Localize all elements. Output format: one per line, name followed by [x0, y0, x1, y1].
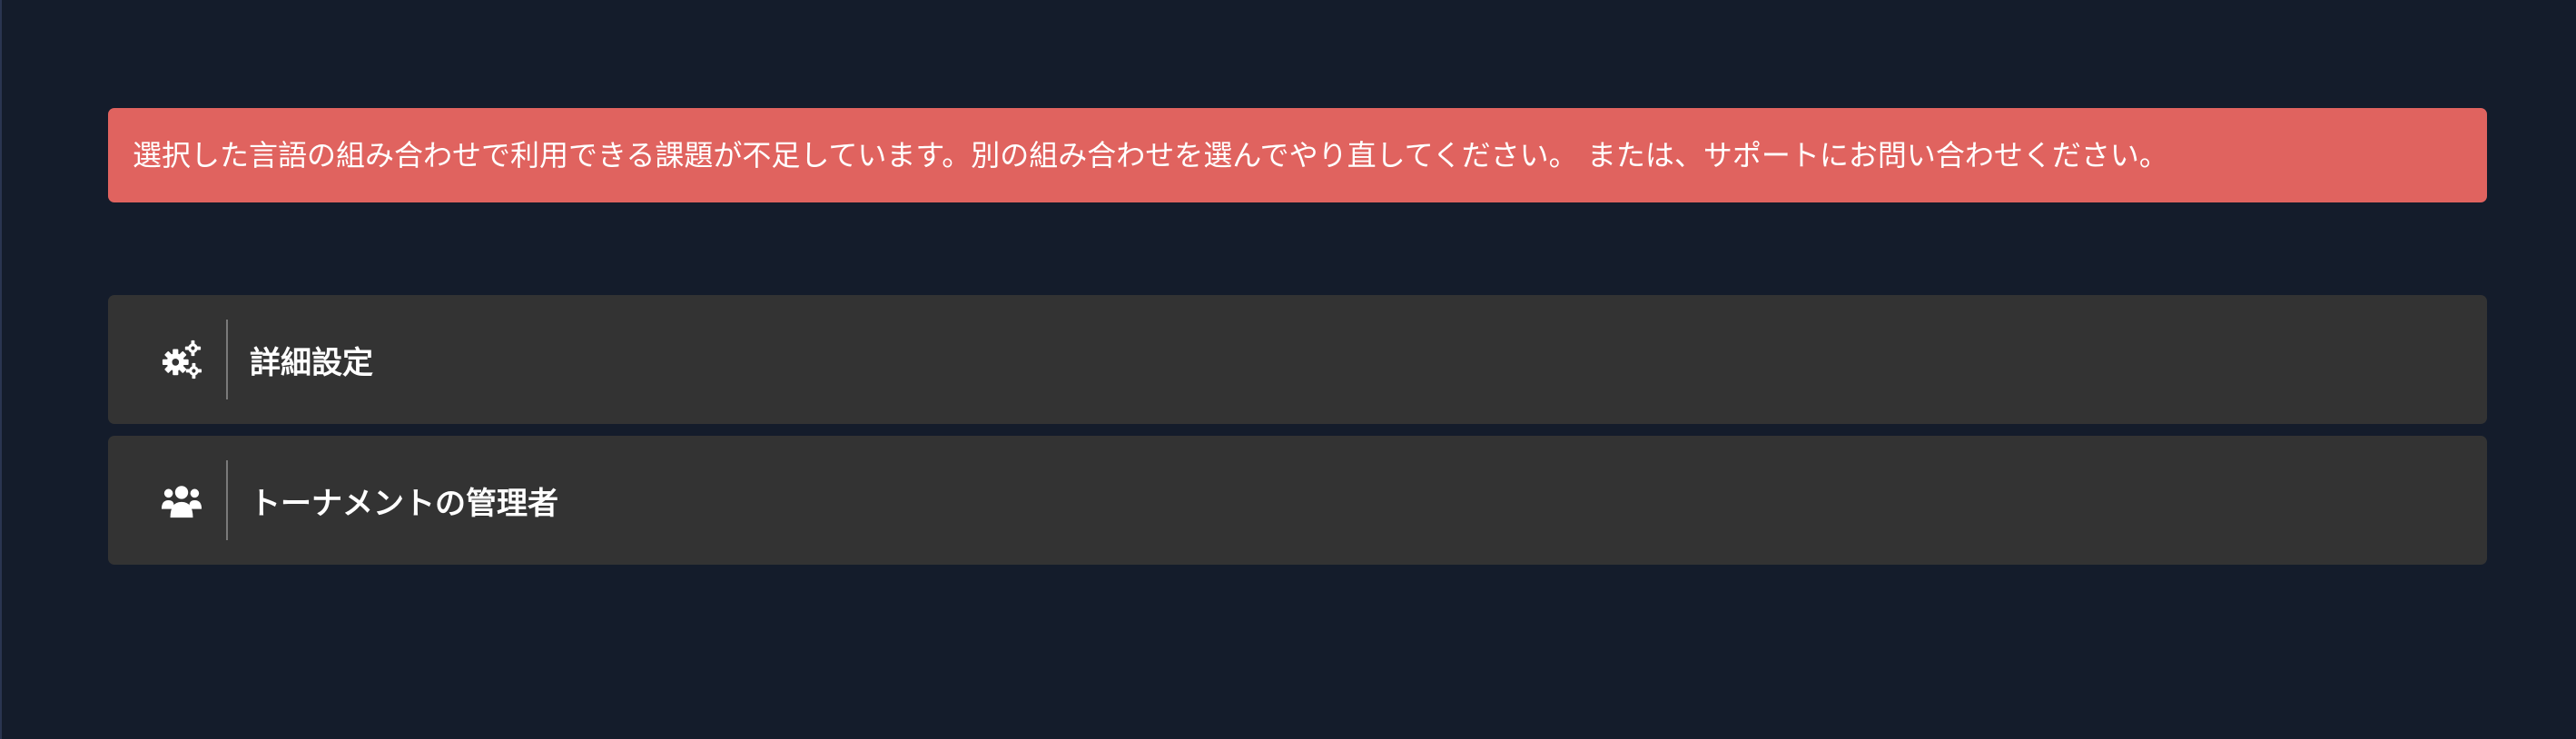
users-icon — [108, 436, 226, 565]
tournament-admins-panel[interactable]: トーナメントの管理者 — [108, 436, 2487, 565]
advanced-settings-label: 詳細設定 — [250, 344, 373, 381]
gears-icon — [108, 295, 226, 424]
tournament-admins-label: トーナメントの管理者 — [250, 485, 558, 522]
error-alert-message: 選択した言語の組み合わせで利用できる課題が不足しています。別の組み合わせを選んで… — [133, 138, 2168, 172]
page: 選択した言語の組み合わせで利用できる課題が不足しています。別の組み合わせを選んで… — [0, 0, 2576, 739]
error-alert: 選択した言語の組み合わせで利用できる課題が不足しています。別の組み合わせを選んで… — [108, 108, 2487, 202]
advanced-settings-panel[interactable]: 詳細設定 — [108, 295, 2487, 424]
